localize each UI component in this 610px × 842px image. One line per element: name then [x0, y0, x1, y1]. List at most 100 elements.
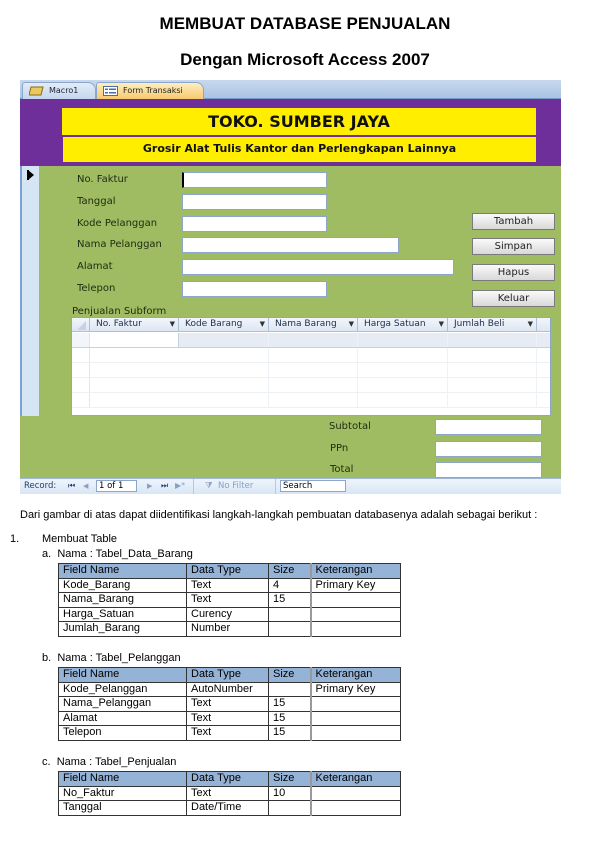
- step-title: Membuat Table: [42, 533, 118, 545]
- row-selector: [72, 348, 90, 362]
- column-header-harga-satuan[interactable]: Harga Satuan ▼: [358, 318, 448, 332]
- total-input[interactable]: [435, 462, 542, 478]
- column-header-no-faktur[interactable]: No. Faktur ▼: [90, 318, 179, 332]
- new-record-icon[interactable]: ▶*: [175, 481, 185, 490]
- subform-header-row: No. Faktur ▼ Kode Barang ▼ Nama Barang ▼ Ha…: [72, 318, 550, 332]
- document-subtitle: Dengan Microsoft Access 2007: [180, 50, 430, 69]
- tab-macro1[interactable]: Macro1: [22, 82, 96, 99]
- form-icon: [103, 86, 118, 96]
- macro-icon: [29, 86, 44, 96]
- table-letter: c.: [42, 756, 51, 768]
- separator: [275, 479, 276, 494]
- last-record-icon[interactable]: ⏭: [161, 481, 168, 491]
- grid-line: [269, 363, 358, 377]
- cell: [309, 725, 401, 741]
- dropdown-arrow-icon[interactable]: ▼: [439, 318, 444, 331]
- subform-cell[interactable]: [448, 333, 537, 347]
- dropdown-arrow-icon[interactable]: ▼: [349, 318, 354, 331]
- column-header-label: Harga Satuan: [364, 319, 426, 329]
- cell: 15: [268, 710, 311, 726]
- grid-line: [448, 348, 537, 362]
- cell: 4: [268, 577, 311, 593]
- record-selector[interactable]: [20, 166, 39, 416]
- subform-cell[interactable]: [358, 333, 448, 347]
- subform-cell[interactable]: [269, 333, 358, 347]
- row-selector[interactable]: [72, 333, 90, 347]
- cell: 15: [268, 592, 311, 608]
- select-all-corner[interactable]: [72, 318, 90, 332]
- row-selector: [72, 393, 90, 407]
- table-row: Kode_Pelanggan AutoNumber Primary Key: [58, 681, 401, 697]
- subtotal-label: Subtotal: [329, 421, 371, 432]
- column-header-nama-barang[interactable]: Nama Barang ▼: [269, 318, 358, 332]
- subtotal-input[interactable]: [435, 419, 542, 435]
- table-header-row: Field Name Data Type Size Keterangan: [58, 771, 401, 787]
- dropdown-arrow-icon[interactable]: ▼: [260, 318, 265, 331]
- table-row: Alamat Text 15: [58, 710, 401, 726]
- grid-line: [269, 348, 358, 362]
- dropdown-arrow-icon[interactable]: ▼: [170, 318, 175, 331]
- cell: [309, 592, 401, 608]
- grid-line: [358, 348, 448, 362]
- separator: [193, 479, 194, 494]
- table-data-barang: Field Name Data Type Size Keterangan Kod…: [58, 563, 401, 637]
- subform-new-row[interactable]: [72, 333, 550, 348]
- record-label: Record:: [24, 481, 57, 491]
- cell: [309, 710, 401, 726]
- cell: AutoNumber: [186, 681, 269, 697]
- keluar-button[interactable]: Keluar: [472, 290, 555, 307]
- search-input[interactable]: Search: [280, 480, 346, 492]
- table-row: Harga_Satuan Curency: [58, 606, 401, 622]
- penjualan-subform[interactable]: No. Faktur ▼ Kode Barang ▼ Nama Barang ▼ Ha…: [71, 317, 551, 416]
- row-selector: [72, 378, 90, 392]
- tab-form-transaksi[interactable]: Form Transaksi: [96, 82, 204, 99]
- header-cell: Field Name: [58, 667, 187, 683]
- ppn-label: PPn: [330, 443, 349, 454]
- current-record-input[interactable]: 1 of 1: [96, 480, 137, 492]
- table-b-caption: b. Nama : Tabel_Pelanggan: [42, 652, 181, 664]
- cell: 15: [268, 696, 311, 712]
- hapus-button[interactable]: Hapus: [472, 264, 555, 281]
- header-cell: Keterangan: [309, 563, 401, 579]
- column-header-jumlah-beli[interactable]: Jumlah Beli ▼: [448, 318, 537, 332]
- table-a-caption: a. Nama : Tabel_Data_Barang: [42, 548, 193, 560]
- next-record-icon[interactable]: ▶: [147, 482, 152, 490]
- dropdown-arrow-icon[interactable]: ▼: [528, 318, 533, 331]
- cell: Tanggal: [58, 800, 187, 816]
- tambah-button[interactable]: Tambah: [472, 213, 555, 230]
- first-record-icon[interactable]: ⏮: [68, 481, 75, 491]
- column-header-kode-barang[interactable]: Kode Barang ▼: [179, 318, 269, 332]
- tanggal-input[interactable]: [182, 194, 327, 210]
- grid-line: [179, 378, 269, 392]
- previous-record-icon[interactable]: ◀: [83, 482, 88, 490]
- cell: Text: [186, 592, 269, 608]
- grid-line: [179, 348, 269, 362]
- table-title: Nama : Tabel_Data_Barang: [57, 548, 193, 560]
- ppn-input[interactable]: [435, 441, 542, 457]
- telepon-label: Telepon: [77, 283, 116, 294]
- cell: [309, 696, 401, 712]
- no-faktur-input[interactable]: [182, 172, 327, 188]
- table-letter: a.: [42, 548, 52, 560]
- header-cell: Size: [268, 771, 311, 787]
- header-cell: Data Type: [186, 563, 269, 579]
- nama-pelanggan-label: Nama Pelanggan: [77, 239, 162, 250]
- cell: No_Faktur: [58, 785, 187, 801]
- grid-line: [358, 378, 448, 392]
- nama-pelanggan-input[interactable]: [182, 237, 399, 253]
- telepon-input[interactable]: [182, 281, 327, 297]
- alamat-input[interactable]: [182, 259, 454, 275]
- cell: Number: [186, 621, 269, 637]
- subform-cell[interactable]: [179, 333, 269, 347]
- header-cell: Size: [268, 667, 311, 683]
- header-cell: Data Type: [186, 771, 269, 787]
- no-filter-toggle[interactable]: No Filter: [218, 481, 253, 491]
- store-name-banner: TOKO. SUMBER JAYA: [62, 108, 536, 135]
- header-cell: Field Name: [58, 771, 187, 787]
- header-cell: Field Name: [58, 563, 187, 579]
- table-row: Nama_Pelanggan Text 15: [58, 696, 401, 712]
- subform-cell[interactable]: [90, 333, 179, 347]
- cell: Telepon: [58, 725, 187, 741]
- kode-pelanggan-input[interactable]: [182, 216, 327, 232]
- simpan-button[interactable]: Simpan: [472, 238, 555, 255]
